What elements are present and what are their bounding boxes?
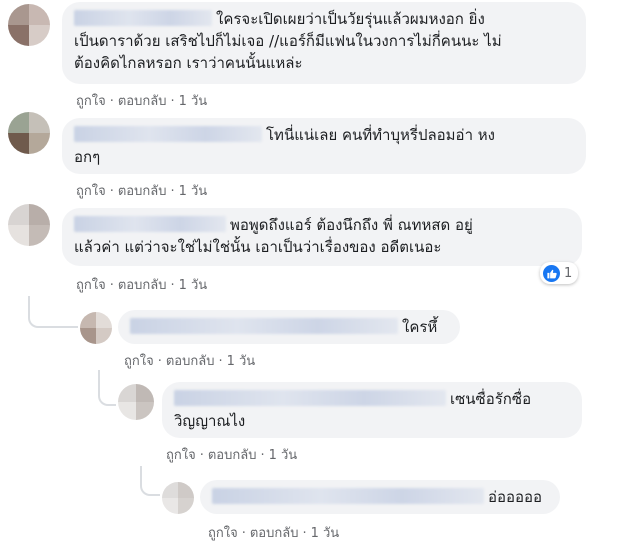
separator-dot: · xyxy=(302,526,307,541)
reaction-count: 1 xyxy=(564,265,573,281)
avatar-pixel xyxy=(8,112,29,133)
comment-text: พอพูดถึงแอร์ ต้องนึกถึง พี่ ณทหสด อยู่ แ… xyxy=(74,216,473,256)
comment-actions: ถูกใจ · ตอบกลับ · 1 วัน xyxy=(166,444,297,465)
thread-connector xyxy=(28,296,78,328)
comment-bubble: ใครหึ้ xyxy=(118,310,460,344)
avatar-pixel xyxy=(136,402,154,420)
comment-text: ใครหึ้ xyxy=(130,316,448,338)
avatar-pixel xyxy=(8,204,29,225)
avatar-pixel xyxy=(29,112,50,133)
timestamp[interactable]: 1 วัน xyxy=(179,274,208,295)
like-link[interactable]: ถูกใจ xyxy=(208,522,238,543)
comment-text: ใครจะเปิดเผยว่าเป็นวัยรุ่นแล้วผมหงอก ยิ่… xyxy=(74,10,502,72)
avatar-pixel xyxy=(178,482,194,498)
avatar-pixel xyxy=(29,25,50,46)
separator-dot: · xyxy=(241,526,246,541)
avatar[interactable] xyxy=(8,204,50,246)
comment-actions: ถูกใจ · ตอบกลับ · 1 วัน xyxy=(208,522,339,543)
avatar-pixel xyxy=(8,225,29,246)
avatar-pixel xyxy=(96,328,112,344)
like-link[interactable]: ถูกใจ xyxy=(76,180,106,201)
separator-dot: · xyxy=(170,278,175,293)
avatar-pixel xyxy=(29,133,50,154)
timestamp[interactable]: 1 วัน xyxy=(269,444,298,465)
avatar[interactable] xyxy=(8,112,50,154)
separator-dot: · xyxy=(199,448,204,463)
reply-link[interactable]: ตอบกลับ xyxy=(208,444,257,465)
reaction-summary[interactable]: 1 xyxy=(540,262,579,284)
avatar-pixel xyxy=(118,402,136,420)
reply-link[interactable]: ตอบกลับ xyxy=(166,350,215,371)
timestamp[interactable]: 1 วัน xyxy=(311,522,340,543)
separator-dot: · xyxy=(157,354,162,369)
avatar-pixel xyxy=(8,25,29,46)
author-name-redacted[interactable] xyxy=(74,10,212,26)
avatar-pixel xyxy=(29,225,50,246)
comment-text: โทนี่แน่เลย คนที่ทำบุหรี่ปลอมอ่า หง อกๆ xyxy=(74,126,495,166)
thumbs-up-icon xyxy=(543,264,560,282)
avatar-pixel xyxy=(136,384,154,402)
avatar[interactable] xyxy=(118,384,154,420)
timestamp[interactable]: 1 วัน xyxy=(179,180,208,201)
avatar-pixel xyxy=(80,312,96,328)
like-link[interactable]: ถูกใจ xyxy=(76,274,106,295)
reply-link[interactable]: ตอบกลับ xyxy=(118,180,167,201)
avatar-pixel xyxy=(162,482,178,498)
author-name-redacted[interactable] xyxy=(74,126,262,142)
comment-text: อ่อออออ xyxy=(212,486,548,508)
avatar-pixel xyxy=(29,4,50,25)
avatar-pixel xyxy=(8,133,29,154)
comment-text: เซนซื่อรักซื่อ วิญญาณไง xyxy=(174,390,532,430)
avatar-pixel xyxy=(96,312,112,328)
avatar[interactable] xyxy=(80,312,112,344)
author-name-redacted[interactable] xyxy=(130,318,398,334)
thread-connector xyxy=(140,466,160,496)
separator-dot: · xyxy=(109,184,114,199)
comment-bubble: ใครจะเปิดเผยว่าเป็นวัยรุ่นแล้วผมหงอก ยิ่… xyxy=(62,2,586,84)
reply-link[interactable]: ตอบกลับ xyxy=(118,274,167,295)
separator-dot: · xyxy=(170,184,175,199)
avatar[interactable] xyxy=(162,482,194,514)
author-name-redacted[interactable] xyxy=(74,216,226,232)
avatar-pixel xyxy=(178,498,194,514)
comment-actions: ถูกใจ · ตอบกลับ · 1 วัน xyxy=(76,274,207,295)
timestamp[interactable]: 1 วัน xyxy=(179,90,208,111)
comment-actions: ถูกใจ · ตอบกลับ · 1 วัน xyxy=(76,180,207,201)
avatar[interactable] xyxy=(8,4,50,46)
avatar-pixel xyxy=(118,384,136,402)
avatar-pixel xyxy=(8,4,29,25)
separator-dot: · xyxy=(170,94,175,109)
separator-dot: · xyxy=(218,354,223,369)
like-link[interactable]: ถูกใจ xyxy=(166,444,196,465)
comment-bubble: เซนซื่อรักซื่อ วิญญาณไง xyxy=(162,382,582,438)
author-name-redacted[interactable] xyxy=(212,488,484,504)
thread-connector xyxy=(98,370,116,406)
comment-bubble: พอพูดถึงแอร์ ต้องนึกถึง พี่ ณทหสด อยู่ แ… xyxy=(62,208,582,266)
timestamp[interactable]: 1 วัน xyxy=(227,350,256,371)
separator-dot: · xyxy=(260,448,265,463)
like-link[interactable]: ถูกใจ xyxy=(124,350,154,371)
avatar-pixel xyxy=(162,498,178,514)
separator-dot: · xyxy=(109,94,114,109)
like-link[interactable]: ถูกใจ xyxy=(76,90,106,111)
avatar-pixel xyxy=(29,204,50,225)
avatar-pixel xyxy=(80,328,96,344)
comment-bubble: โทนี่แน่เลย คนที่ทำบุหรี่ปลอมอ่า หง อกๆ xyxy=(62,118,586,174)
comment-actions: ถูกใจ · ตอบกลับ · 1 วัน xyxy=(124,350,255,371)
reply-link[interactable]: ตอบกลับ xyxy=(118,90,167,111)
comment-thread: ใครจะเปิดเผยว่าเป็นวัยรุ่นแล้วผมหงอก ยิ่… xyxy=(0,0,624,552)
separator-dot: · xyxy=(109,278,114,293)
comment-bubble: อ่อออออ xyxy=(200,480,560,514)
comment-actions: ถูกใจ · ตอบกลับ · 1 วัน xyxy=(76,90,207,111)
author-name-redacted[interactable] xyxy=(174,390,446,406)
reply-link[interactable]: ตอบกลับ xyxy=(250,522,299,543)
